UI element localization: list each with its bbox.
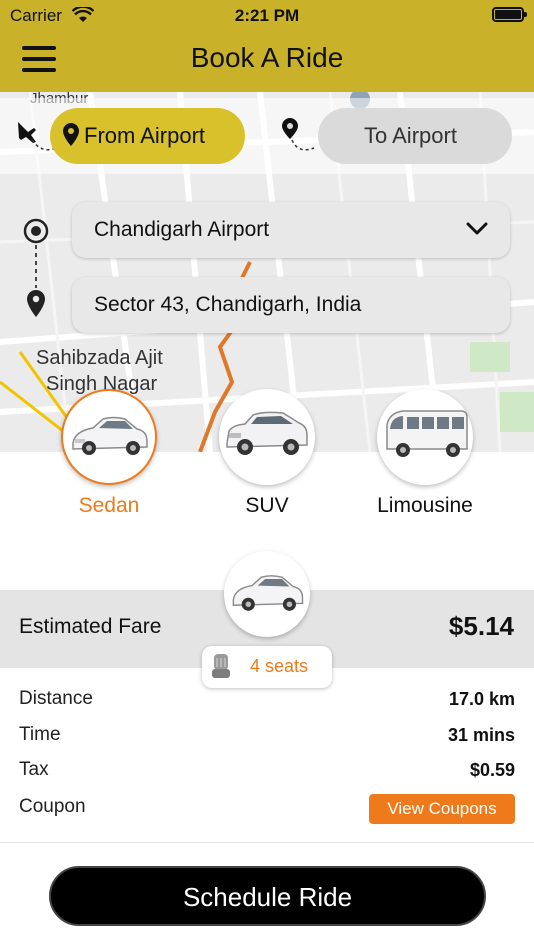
pickup-location-value: Chandigarh Airport — [94, 218, 270, 241]
suv-car-icon — [226, 411, 308, 455]
route-indicator — [23, 218, 49, 317]
tax-label: Tax — [19, 759, 49, 780]
tab-from-airport-label: From Airport — [84, 123, 206, 148]
coupon-label: Coupon — [19, 796, 86, 817]
tab-from-airport[interactable]: From Airport — [50, 108, 245, 164]
seat-icon — [212, 654, 230, 678]
status-bar: Carrier 2:21 PM — [0, 0, 534, 30]
selected-vehicle-avatar — [224, 551, 310, 637]
estimated-fare-label: Estimated Fare — [19, 615, 162, 638]
divider — [0, 842, 534, 843]
view-coupons-button[interactable]: View Coupons — [369, 794, 515, 824]
van-icon — [386, 410, 468, 457]
sedan-car-icon — [72, 416, 148, 455]
sedan-car-icon — [232, 575, 304, 611]
battery-icon — [492, 7, 527, 22]
tab-to-airport-label: To Airport — [364, 123, 457, 148]
vehicle-option-limousine[interactable] — [377, 389, 473, 485]
status-time: 2:21 PM — [234, 6, 300, 25]
vehicle-label-limousine[interactable]: Limousine — [355, 494, 495, 518]
vehicle-option-suv[interactable] — [219, 389, 315, 485]
tax-value: $0.59 — [469, 760, 515, 780]
time-label: Time — [19, 724, 61, 745]
vehicle-label-sedan[interactable]: Sedan — [39, 494, 179, 518]
pickup-location-select[interactable]: Chandigarh Airport — [72, 202, 510, 258]
distance-value: 17.0 km — [448, 689, 515, 709]
seats-badge: 4 seats — [202, 646, 332, 688]
map-label-city: Sahibzada Ajit — [36, 347, 163, 369]
vehicle-label-suv[interactable]: SUV — [197, 494, 337, 518]
seats-count: 4 seats — [250, 656, 309, 676]
dropoff-location-field[interactable]: Sector 43, Chandigarh, India — [72, 277, 510, 333]
time-value: 31 mins — [447, 725, 515, 745]
vehicle-option-sedan[interactable] — [61, 389, 157, 485]
dropoff-location-value: Sector 43, Chandigarh, India — [94, 293, 362, 316]
map-pin-icon — [63, 123, 79, 146]
schedule-ride-button[interactable]: Schedule Ride — [49, 866, 486, 926]
distance-label: Distance — [19, 688, 93, 709]
tab-to-airport[interactable]: To Airport — [318, 108, 512, 164]
page-title: Book A Ride — [190, 42, 344, 73]
top-bar: Carrier 2:21 PM Book A Ride — [0, 0, 534, 92]
chevron-down-icon — [466, 222, 488, 235]
estimated-fare-value: $5.14 — [448, 611, 514, 641]
